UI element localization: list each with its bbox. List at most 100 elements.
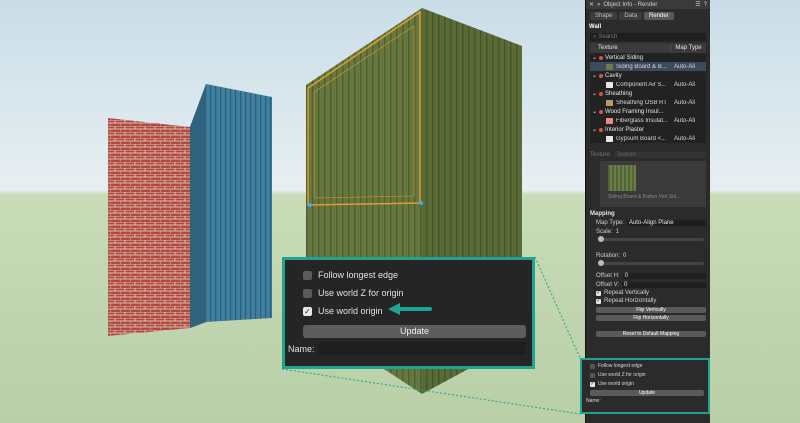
texture-swatch [606,117,613,124]
reset-mapping-button[interactable]: Reset to Default Mapping [596,331,706,337]
checkbox-label: Use world origin [318,306,383,316]
scale-value[interactable]: 1 [616,229,619,235]
group-row[interactable]: ⌄ Sheathing [590,89,706,98]
chevron-down-icon[interactable]: ⌄ [592,108,597,115]
group-row[interactable]: ⌄ Wood Framing Insul... [590,107,706,116]
checkbox-icon[interactable]: ✓ [590,381,595,387]
component-icon [599,91,604,96]
texture-row[interactable]: Component Air S... Auto-Ali [590,80,706,89]
group-row[interactable]: ⌄ Vertical Siding [590,53,706,62]
slider-knob[interactable] [598,260,604,266]
group-name: Interior Plaster [605,126,645,133]
group-name: Cavity [605,72,622,79]
repeat-vertically-checkbox[interactable]: ✓ Repeat Vertically [596,290,706,296]
col-map-type: Map Type [670,45,706,51]
checkbox-label: Use world Z for origin [598,372,646,378]
texture-swatch [606,81,613,88]
scale-field: Scale: 1 [596,229,706,235]
offset-v-input[interactable]: 0 [622,282,706,288]
checkbox-label: Follow longest edge [318,270,399,280]
rotation-label: Rotation: [596,253,621,259]
texture-select[interactable]: Texture [614,152,706,158]
map-type-value[interactable]: Auto-Ali [674,64,706,70]
checkbox-icon[interactable]: ✓ [596,290,601,296]
name-field: Name: [288,342,532,355]
checkbox-icon[interactable]: ✓ [596,298,601,304]
checkbox-icon[interactable] [303,288,312,298]
texture-row[interactable]: Fiberglass Insulat... Auto-Ali [590,116,706,125]
offset-v-field: Offset V: 0 [596,282,706,288]
brick-wall [108,118,190,336]
map-type-value[interactable]: Auto-Ali [674,82,706,88]
slider-knob[interactable] [598,236,604,242]
map-type-value[interactable]: Auto-Ali [674,118,706,124]
checkbox-icon[interactable] [590,363,595,369]
search-icon: ⌕ [593,33,597,40]
map-type-label: Map Type: [596,220,624,226]
texture-preview[interactable]: Siding Board & Batten Vert Sid... [600,161,706,207]
follow-longest-edge-checkbox-small[interactable]: Follow longest edge [590,363,708,369]
close-icon[interactable]: ✕ [589,1,594,8]
chevron-down-icon[interactable]: ⌄ [592,126,597,133]
offset-h-field: Offset H: 0 [596,273,706,279]
scale-label: Scale: [596,229,613,235]
palette-titlebar: ✕ » Object Info - Render ☰ ? [586,0,710,9]
texture-name: Siding Board & B... [616,63,667,70]
map-type-value[interactable]: Auto-Ali [674,100,706,106]
chevron-down-icon[interactable]: ⌄ [592,54,597,61]
group-row[interactable]: ⌄ Cavity [590,71,706,80]
use-world-origin-checkbox-small[interactable]: ✓ Use world origin [590,381,708,387]
checkbox-icon[interactable] [590,372,595,378]
section-wall: Wall [589,24,602,30]
name-label-small: Name: [586,398,601,404]
name-input[interactable] [317,342,526,355]
chevron-down-icon[interactable]: ⌄ [592,72,597,79]
follow-longest-edge-checkbox[interactable]: Follow longest edge [303,266,532,284]
texture-table-header: Texture Map Type [590,43,706,53]
texture-row[interactable]: Siding Board & B... Auto-Ali [590,62,706,71]
palette-title: Object Info - Render [603,1,658,8]
use-world-z-checkbox[interactable]: Use world Z for origin [303,284,532,302]
menu-icon[interactable]: ☰ [695,1,700,8]
arrow-left-icon [388,303,432,315]
search-input[interactable]: ⌕ Search [590,33,706,41]
texture-name: Sheathing OSB RT [616,99,667,106]
tab-shape[interactable]: Shape [590,12,618,20]
repeat-horizontally-checkbox[interactable]: ✓ Repeat Horizontally [596,298,706,304]
group-name: Vertical Siding [605,54,644,61]
texture-row[interactable]: Gypsum Board <... Auto-Ali [590,134,706,143]
use-world-z-checkbox-small[interactable]: Use world Z for origin [590,372,708,378]
checkbox-icon[interactable]: ✓ [303,306,312,316]
scale-slider[interactable] [598,236,704,242]
checkbox-label: Repeat Horizontally [604,298,657,304]
texture-label: Texture: [590,152,612,158]
rotation-value[interactable]: 0 [623,253,626,259]
texture-row[interactable]: Sheathing OSB RT Auto-Ali [590,98,706,107]
chevron-down-icon[interactable]: ⌄ [592,90,597,97]
map-type-value[interactable]: Auto-Ali [674,136,706,142]
map-type-select[interactable]: Auto-Align Plane [626,220,706,226]
update-button[interactable]: Update [303,325,526,338]
update-button-small[interactable]: Update [590,390,704,396]
tab-render[interactable]: Render [644,12,674,20]
flip-vertically-button[interactable]: Flip Vertically [596,307,706,313]
name-label: Name: [288,343,315,354]
offset-h-label: Offset H: [596,273,620,279]
texture-swatch [606,99,613,106]
texture-caption: Siding Board & Batten Vert Sid... [608,194,681,200]
component-icon [599,55,604,60]
group-row[interactable]: ⌄ Interior Plaster [590,125,706,134]
palette-callout-highlight: Follow longest edge Use world Z for orig… [580,358,710,414]
help-icon[interactable]: ? [704,2,707,8]
collapse-icon[interactable]: » [597,2,600,8]
group-name: Wood Framing Insul... [605,108,664,115]
checkbox-icon[interactable] [303,270,312,280]
checkbox-label: Repeat Vertically [604,290,650,296]
flip-horizontally-button[interactable]: Flip Horizontally [596,315,706,321]
rotation-slider[interactable] [598,260,704,266]
rotation-field: Rotation: 0 [596,253,706,259]
component-icon [599,127,604,132]
offset-h-input[interactable]: 0 [622,273,706,279]
checkbox-label: Follow longest edge [598,363,643,369]
tab-data[interactable]: Data [619,12,643,20]
